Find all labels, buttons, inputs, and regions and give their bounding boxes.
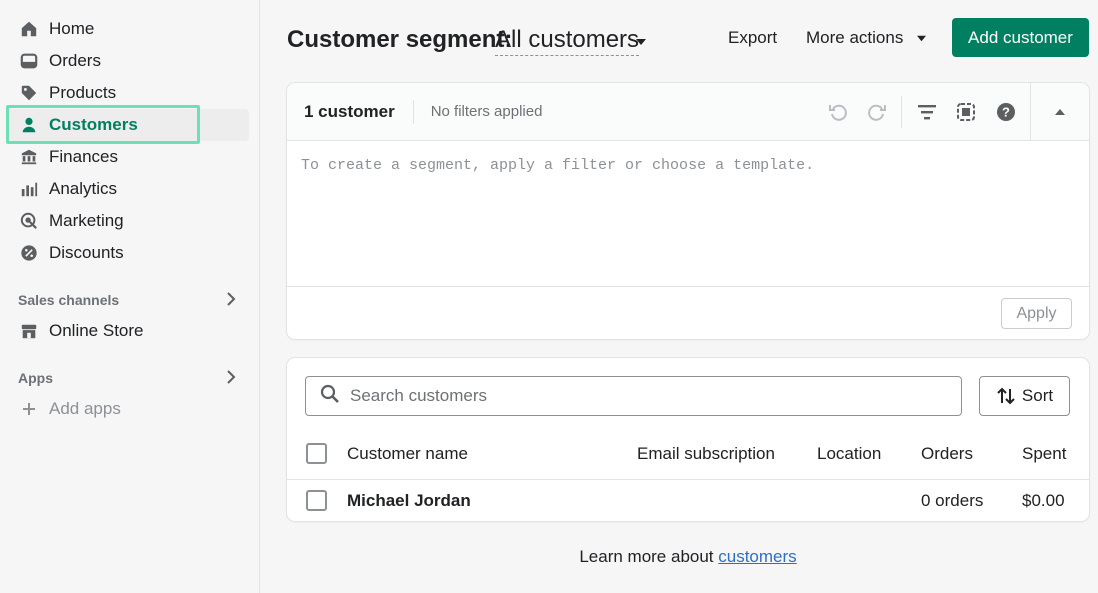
chevron-right-icon[interactable] bbox=[225, 369, 237, 387]
caret-down-icon bbox=[916, 28, 927, 47]
customer-count: 1 customer bbox=[304, 99, 414, 124]
bar-chart-icon bbox=[20, 180, 38, 198]
sales-channels-header[interactable]: Sales channels bbox=[0, 285, 259, 315]
filter-icon[interactable] bbox=[915, 100, 939, 124]
sidebar-item-label: Orders bbox=[49, 51, 101, 70]
column-header-orders[interactable]: Orders bbox=[921, 444, 973, 464]
sidebar-item-customers[interactable]: Customers bbox=[6, 105, 249, 144]
sidebar-item-finances[interactable]: Finances bbox=[0, 141, 249, 173]
sidebar-item-label: Customers bbox=[49, 115, 138, 134]
sidebar-item-online-store[interactable]: Online Store bbox=[0, 315, 249, 347]
sidebar-item-analytics[interactable]: Analytics bbox=[0, 173, 249, 205]
more-actions-label: More actions bbox=[806, 28, 904, 47]
segment-editor-card: 1 customer No filters applied ? To creat… bbox=[287, 83, 1089, 339]
customer-orders: 0 orders bbox=[921, 491, 984, 510]
sales-channels-label: Sales channels bbox=[18, 292, 120, 308]
column-header-name[interactable]: Customer name bbox=[347, 444, 468, 464]
export-button[interactable]: Export bbox=[728, 28, 777, 48]
apply-button[interactable]: Apply bbox=[1001, 298, 1072, 329]
sidebar-item-marketing[interactable]: Marketing bbox=[0, 205, 249, 237]
sidebar-item-label: Add apps bbox=[49, 399, 121, 418]
page-title: Customer segment: bbox=[287, 26, 513, 53]
person-icon bbox=[20, 116, 38, 134]
footer-text: Learn more about bbox=[579, 547, 719, 566]
main-content: Customer segment: All customers Export M… bbox=[287, 0, 1089, 566]
chevron-right-icon[interactable] bbox=[225, 291, 237, 309]
sidebar-item-add-apps[interactable]: Add apps bbox=[0, 393, 249, 425]
segment-editor-header: 1 customer No filters applied ? bbox=[287, 83, 1089, 141]
customers-help-link[interactable]: customers bbox=[718, 547, 796, 566]
sidebar-item-products[interactable]: Products bbox=[0, 77, 249, 109]
discount-icon bbox=[20, 244, 38, 262]
svg-text:?: ? bbox=[1002, 105, 1010, 120]
template-icon[interactable] bbox=[954, 100, 978, 124]
sidebar-item-discounts[interactable]: Discounts bbox=[0, 237, 249, 269]
sidebar-item-label: Marketing bbox=[49, 211, 124, 230]
row-checkbox[interactable] bbox=[306, 490, 327, 511]
column-header-location[interactable]: Location bbox=[817, 444, 881, 464]
filter-status: No filters applied bbox=[430, 103, 543, 120]
sidebar-item-orders[interactable]: Orders bbox=[0, 45, 249, 77]
segment-selector[interactable]: All customers bbox=[495, 26, 640, 56]
sidebar-item-home[interactable]: Home bbox=[0, 13, 249, 45]
customer-name[interactable]: Michael Jordan bbox=[347, 491, 471, 511]
target-icon bbox=[20, 212, 38, 230]
table-row[interactable]: Michael Jordan 0 orders $0.00 bbox=[287, 480, 1089, 521]
sidebar: Home Orders Products Customers Finances … bbox=[0, 0, 260, 593]
customers-table-card: Sort Customer name Email subscription Lo… bbox=[287, 358, 1089, 521]
add-customer-button[interactable]: Add customer bbox=[952, 18, 1089, 57]
search-icon bbox=[320, 384, 340, 409]
toolbar-divider bbox=[1030, 83, 1031, 141]
store-icon bbox=[20, 322, 38, 340]
sidebar-item-label: Analytics bbox=[49, 179, 118, 198]
footer-help: Learn more about customers bbox=[287, 547, 1089, 567]
sidebar-item-label: Home bbox=[49, 19, 95, 38]
tag-icon bbox=[20, 84, 38, 102]
customer-spent: $0.00 bbox=[1022, 491, 1065, 510]
select-all-checkbox[interactable] bbox=[306, 443, 327, 464]
apps-header[interactable]: Apps bbox=[0, 363, 259, 393]
toolbar-divider bbox=[901, 96, 902, 128]
apply-row: Apply bbox=[287, 287, 1089, 339]
sort-label: Sort bbox=[1021, 386, 1054, 405]
column-header-email-subscription[interactable]: Email subscription bbox=[637, 444, 775, 464]
caret-down-icon[interactable] bbox=[635, 34, 647, 52]
collapse-icon[interactable] bbox=[1048, 100, 1072, 124]
table-header: Customer name Email subscription Locatio… bbox=[287, 430, 1089, 480]
column-header-spent[interactable]: Spent bbox=[1022, 444, 1066, 464]
search-input[interactable] bbox=[350, 386, 930, 406]
home-icon bbox=[20, 20, 38, 38]
sidebar-item-label: Products bbox=[49, 83, 117, 102]
bank-icon bbox=[20, 148, 38, 166]
search-box[interactable] bbox=[305, 376, 962, 416]
undo-icon[interactable] bbox=[826, 100, 850, 124]
orders-icon bbox=[20, 52, 38, 70]
sort-button[interactable]: Sort bbox=[979, 376, 1070, 416]
sidebar-item-label: Discounts bbox=[49, 243, 124, 262]
sidebar-item-label: Online Store bbox=[49, 321, 144, 340]
page-header: Customer segment: All customers Export M… bbox=[287, 0, 1089, 80]
plus-icon bbox=[20, 400, 38, 418]
more-actions-button[interactable]: More actions bbox=[806, 28, 927, 48]
help-icon[interactable]: ? bbox=[994, 100, 1018, 124]
editor-placeholder: To create a segment, apply a filter or c… bbox=[301, 157, 815, 174]
redo-icon[interactable] bbox=[865, 100, 889, 124]
sort-icon bbox=[996, 386, 1016, 406]
sidebar-item-label: Finances bbox=[49, 147, 118, 166]
segment-query-editor[interactable]: To create a segment, apply a filter or c… bbox=[287, 141, 1089, 287]
apps-label: Apps bbox=[18, 370, 53, 386]
